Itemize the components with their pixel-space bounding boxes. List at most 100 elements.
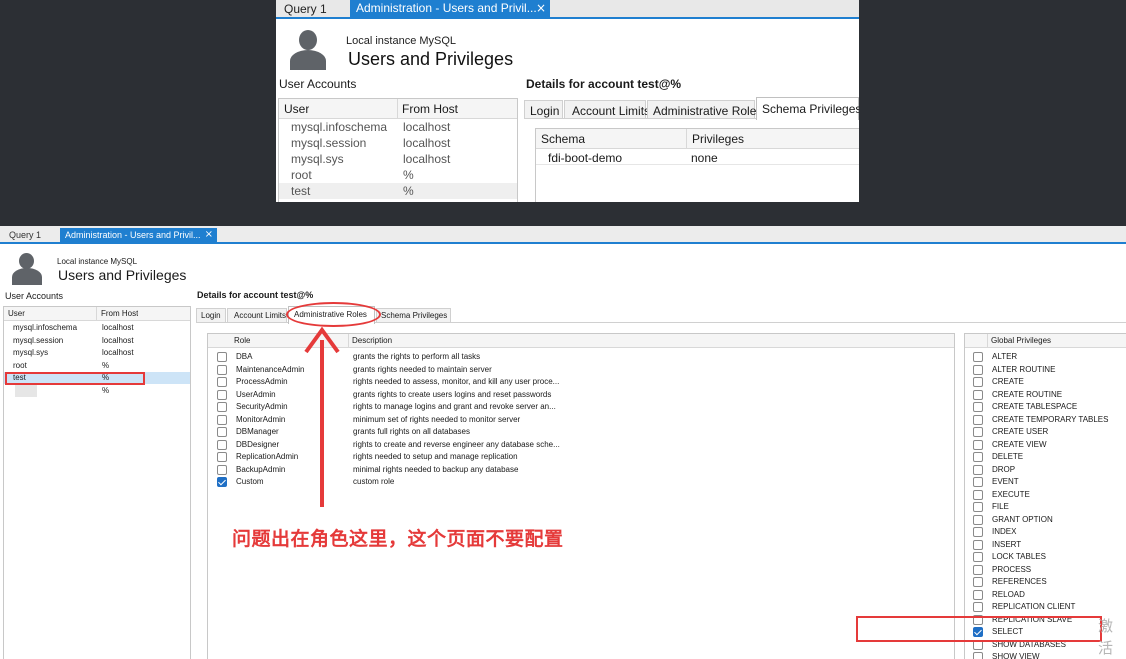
tab-query1[interactable]: Query 1: [0, 226, 58, 244]
privilege-row[interactable]: ALTER ROUTINE: [965, 364, 1126, 376]
privilege-checkbox[interactable]: [973, 464, 983, 475]
privilege-checkbox[interactable]: [973, 389, 983, 400]
role-checkbox[interactable]: [217, 439, 227, 450]
close-icon[interactable]: ×: [536, 1, 546, 15]
table-row[interactable]: fdi-boot-demo none: [536, 149, 859, 165]
tab-administration[interactable]: Administration - Users and Privil... ×: [350, 0, 550, 18]
annotation-arrow: [304, 326, 340, 507]
role-description: rights to create and reverse engineer an…: [353, 439, 560, 449]
column-header-host[interactable]: From Host: [402, 102, 458, 116]
role-checkbox[interactable]: [217, 352, 227, 362]
privilege-row[interactable]: REPLICATION CLIENT: [965, 601, 1126, 613]
tab-schema-privileges[interactable]: Schema Privileges: [756, 97, 859, 120]
privilege-checkbox[interactable]: [973, 539, 983, 550]
tab-administration[interactable]: Administration - Users and Privil... ×: [60, 228, 217, 244]
privilege-checkbox[interactable]: [973, 527, 983, 537]
privilege-checkbox[interactable]: [973, 402, 983, 412]
table-row[interactable]: mysql.sys localhost: [279, 151, 517, 167]
role-checkbox[interactable]: [217, 427, 227, 437]
privilege-checkbox[interactable]: [973, 427, 983, 437]
privilege-checkbox[interactable]: [973, 414, 983, 425]
column-header-schema[interactable]: Schema: [541, 132, 585, 146]
privilege-checkbox[interactable]: [973, 439, 983, 450]
privilege-name: REFERENCES: [992, 577, 1047, 586]
role-checkbox[interactable]: [217, 402, 227, 412]
table-row[interactable]: root%: [4, 360, 190, 372]
privilege-checkbox[interactable]: [973, 552, 983, 562]
tab-schema-privileges[interactable]: Schema Privileges: [376, 308, 451, 323]
privilege-row[interactable]: CREATE ROUTINE: [965, 389, 1126, 401]
privilege-row[interactable]: INSERT: [965, 539, 1126, 551]
tab-administrative-roles[interactable]: Administrative Roles: [647, 100, 762, 119]
privilege-row[interactable]: FILE: [965, 501, 1126, 513]
role-checkbox[interactable]: [217, 477, 227, 487]
privilege-checkbox[interactable]: [973, 502, 983, 512]
role-description: grants the rights to perform all tasks: [353, 352, 481, 361]
role-checkbox[interactable]: [217, 364, 227, 375]
instance-label: Local instance MySQL: [346, 35, 457, 47]
table-row[interactable]: mysql.session localhost: [4, 335, 190, 347]
role-name: SecurityAdmin: [236, 402, 288, 411]
column-header-host[interactable]: From Host: [101, 309, 138, 318]
privilege-row[interactable]: REFERENCES: [965, 576, 1126, 588]
privilege-row[interactable]: INDEX: [965, 526, 1126, 538]
tab-login[interactable]: Login: [196, 308, 226, 323]
role-checkbox[interactable]: [217, 414, 227, 425]
privilege-row[interactable]: RELOAD: [965, 589, 1126, 601]
column-header-user[interactable]: User: [8, 309, 25, 318]
tab-query1[interactable]: Query 1: [276, 0, 348, 18]
table-header: User From Host: [279, 99, 517, 119]
user-avatar-icon: [10, 251, 44, 285]
column-header-user[interactable]: User: [284, 102, 309, 116]
annotation-select-privilege-highlight: [856, 616, 1102, 642]
privilege-checkbox[interactable]: [973, 489, 983, 500]
privilege-checkbox[interactable]: [973, 377, 983, 387]
privilege-checkbox[interactable]: [973, 564, 983, 575]
role-checkbox[interactable]: [217, 464, 227, 475]
user-name: mysql.sys: [291, 152, 344, 166]
user-name: mysql.infoschema: [291, 120, 388, 134]
privilege-checkbox[interactable]: [973, 477, 983, 487]
table-row[interactable]: mysql.session localhost: [279, 135, 517, 151]
privilege-checkbox[interactable]: [973, 452, 983, 462]
privilege-row[interactable]: ALTER: [965, 351, 1126, 363]
privilege-row[interactable]: LOCK TABLES: [965, 551, 1126, 563]
privilege-row[interactable]: CREATE USER: [965, 426, 1126, 438]
privilege-row[interactable]: GRANT OPTION: [965, 514, 1126, 526]
privilege-checkbox[interactable]: [973, 514, 983, 525]
column-header-privileges[interactable]: Privileges: [692, 132, 744, 146]
privilege-row[interactable]: PROCESS: [965, 564, 1126, 576]
privilege-row[interactable]: CREATE VIEW: [965, 439, 1126, 451]
privilege-row[interactable]: DELETE: [965, 451, 1126, 463]
tab-login[interactable]: Login: [524, 100, 563, 119]
privilege-checkbox[interactable]: [973, 352, 983, 362]
privilege-row[interactable]: EXECUTE: [965, 489, 1126, 501]
table-row[interactable]: mysql.sys localhost: [4, 347, 190, 359]
table-row[interactable]: test%: [279, 183, 517, 199]
privilege-row[interactable]: CREATE TABLESPACE: [965, 401, 1126, 413]
role-checkbox[interactable]: [217, 389, 227, 400]
column-header-global-privileges[interactable]: Global Privileges: [991, 336, 1051, 345]
privilege-checkbox[interactable]: [973, 589, 983, 600]
tab-account-limits[interactable]: Account Limits: [227, 308, 287, 323]
privilege-checkbox[interactable]: [973, 602, 983, 612]
table-row[interactable]: mysql.infoschema localhost: [279, 119, 517, 135]
role-checkbox[interactable]: [217, 377, 227, 387]
table-row[interactable]: root%: [279, 167, 517, 183]
privilege-name: ALTER: [992, 352, 1018, 361]
column-header-role[interactable]: Role: [234, 336, 250, 345]
close-icon[interactable]: ×: [205, 229, 213, 240]
table-row[interactable]: mysql.infoschema localhost: [4, 322, 190, 334]
tab-account-limits[interactable]: Account Limits: [564, 100, 650, 119]
privilege-row[interactable]: DROP: [965, 464, 1126, 476]
privilege-checkbox[interactable]: [973, 577, 983, 587]
user-accounts-table: User From Host mysql.infoschema localhost…: [3, 306, 191, 659]
privilege-row[interactable]: EVENT: [965, 476, 1126, 488]
privilege-checkbox[interactable]: [973, 364, 983, 375]
privilege-row[interactable]: CREATE TEMPORARY TABLES: [965, 414, 1126, 426]
privilege-row[interactable]: CREATE: [965, 376, 1126, 388]
privilege-name: EVENT: [992, 477, 1019, 486]
table-row[interactable]: %: [4, 384, 190, 397]
privilege-checkbox[interactable]: [973, 652, 983, 659]
role-checkbox[interactable]: [217, 452, 227, 462]
